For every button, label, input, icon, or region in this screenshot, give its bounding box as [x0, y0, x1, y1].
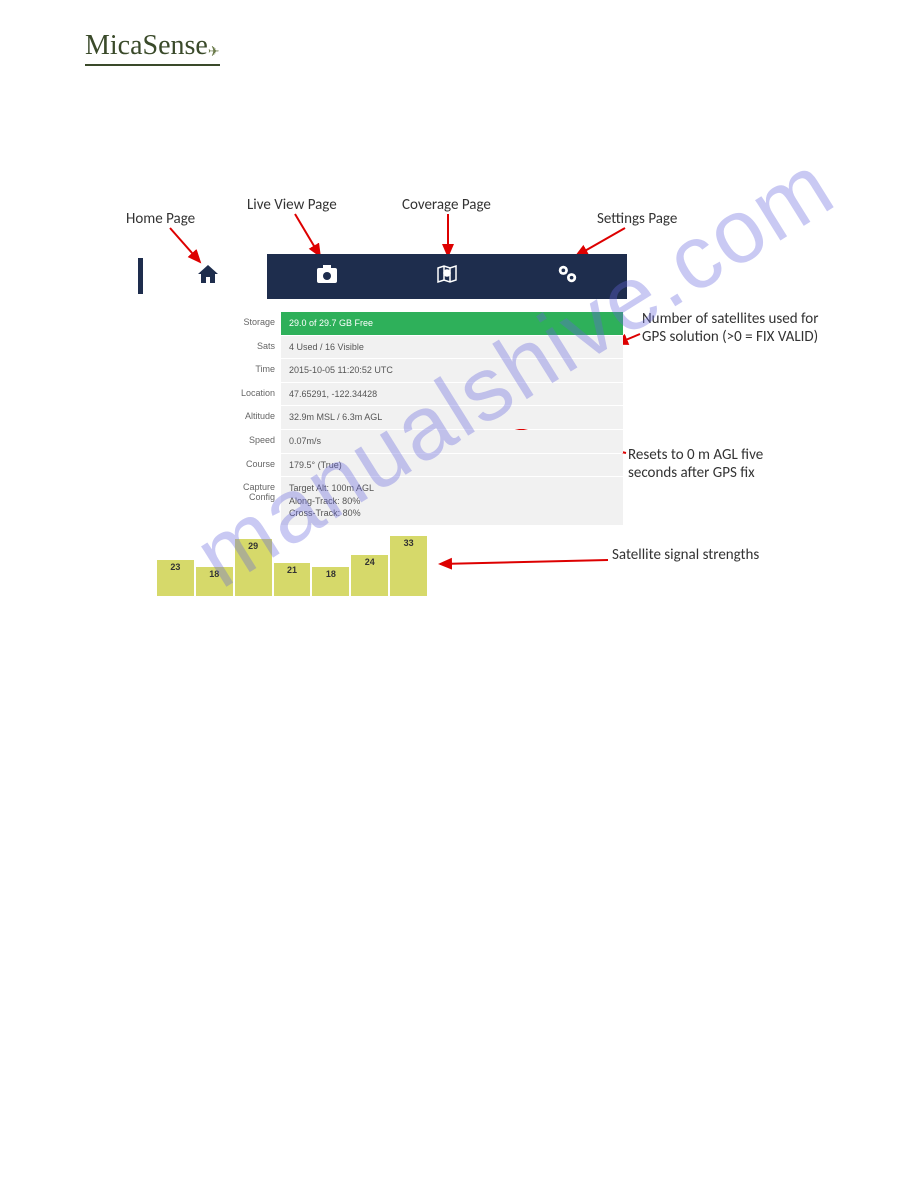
annotation-altitude: Resets to 0 m AGL five seconds after GPS… [628, 446, 808, 482]
label-home: Home Page [126, 210, 195, 228]
home-icon[interactable] [196, 262, 220, 293]
altitude-label: Altitude [227, 406, 281, 426]
callout-arrows [0, 0, 918, 1188]
storage-row: Storage29.0 of 29.7 GB Free [227, 312, 623, 335]
capture-label: Capture Config [227, 477, 281, 507]
time-label: Time [227, 359, 281, 379]
bar-5-value: 24 [365, 557, 375, 567]
bar-0: 23 [157, 560, 194, 596]
bar-2-value: 29 [248, 541, 258, 551]
label-liveview: Live View Page [247, 196, 337, 214]
brand-text: MicaSense [85, 30, 208, 61]
sats-value: 4 Used / 16 Visible [281, 336, 623, 359]
bar-6-value: 33 [404, 538, 414, 548]
sats-row: Sats4 Used / 16 Visible [227, 336, 623, 359]
vertical-divider [138, 258, 143, 294]
bar-4-value: 18 [326, 569, 336, 579]
speed-row: Speed0.07m/s [227, 430, 623, 453]
bar-6: 33 [390, 536, 427, 596]
sats-label: Sats [227, 336, 281, 356]
label-coverage: Coverage Page [402, 196, 491, 214]
label-settings: Settings Page [597, 210, 677, 228]
location-label: Location [227, 383, 281, 403]
signal-chart: 23 18 29 21 18 24 33 [157, 536, 427, 596]
altitude-value: 32.9m MSL / 6.3m AGL [281, 406, 623, 429]
course-row: Course179.5° (True) [227, 454, 623, 477]
location-value: 47.65291, -122.34428 [281, 383, 623, 406]
settings-icon[interactable] [555, 263, 579, 291]
speed-value: 0.07m/s [281, 430, 623, 453]
bar-1-value: 18 [209, 569, 219, 579]
altitude-row: Altitude32.9m MSL / 6.3m AGL [227, 406, 623, 429]
capture-row: Capture ConfigTarget Alt: 100m AGL Along… [227, 477, 623, 525]
bar-5: 24 [351, 555, 388, 596]
speed-label: Speed [227, 430, 281, 450]
camera-icon[interactable] [315, 263, 339, 291]
logo-arrow-icon: ✈ [208, 44, 220, 61]
bar-4: 18 [312, 567, 349, 596]
map-icon[interactable] [435, 263, 459, 291]
capture-value: Target Alt: 100m AGL Along-Track: 80% Cr… [281, 477, 623, 525]
brand-logo: MicaSense✈ [85, 30, 220, 66]
bar-3: 21 [274, 563, 311, 596]
annotation-signal: Satellite signal strengths [612, 546, 759, 564]
time-row: Time2015-10-05 11:20:52 UTC [227, 359, 623, 382]
location-row: Location47.65291, -122.34428 [227, 383, 623, 406]
bar-0-value: 23 [170, 562, 180, 572]
course-label: Course [227, 454, 281, 474]
bar-2: 29 [235, 539, 272, 596]
nav-bar [267, 254, 627, 299]
storage-value: 29.0 of 29.7 GB Free [281, 312, 623, 335]
bar-3-value: 21 [287, 565, 297, 575]
status-table: Storage29.0 of 29.7 GB Free Sats4 Used /… [227, 312, 623, 526]
time-value: 2015-10-05 11:20:52 UTC [281, 359, 623, 382]
annotation-sats: Number of satellites used for GPS soluti… [642, 310, 822, 346]
bar-1: 18 [196, 567, 233, 596]
course-value: 179.5° (True) [281, 454, 623, 477]
storage-label: Storage [227, 312, 281, 332]
